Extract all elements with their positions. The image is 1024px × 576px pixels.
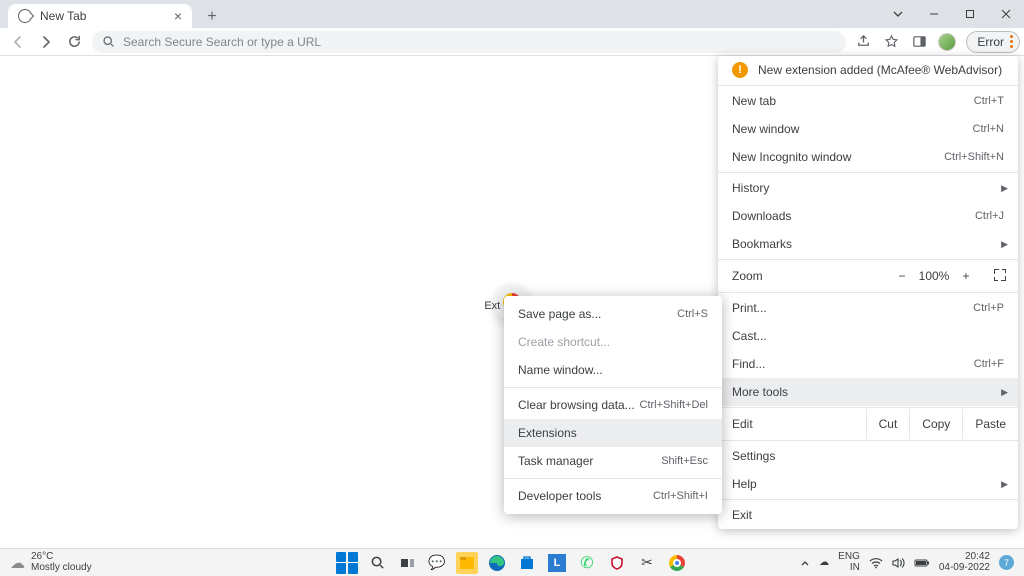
menu-new-window[interactable]: New windowCtrl+N: [718, 115, 1018, 143]
menu-downloads[interactable]: DownloadsCtrl+J: [718, 202, 1018, 230]
tab-title: New Tab: [40, 9, 174, 23]
submenu-clear-data[interactable]: Clear browsing data...Ctrl+Shift+Del: [504, 391, 722, 419]
titlebar: New Tab × +: [0, 0, 1024, 28]
forward-button[interactable]: [32, 28, 60, 56]
share-icon[interactable]: [850, 28, 876, 56]
chevron-right-icon: ▶: [1001, 479, 1008, 490]
new-tab-button[interactable]: +: [202, 8, 222, 26]
submenu-task-manager[interactable]: Task managerShift+Esc: [504, 447, 722, 475]
globe-icon: [18, 9, 32, 23]
teams-icon[interactable]: 💬: [426, 552, 448, 574]
mcafee-icon[interactable]: [606, 552, 628, 574]
menu-edit-row: Edit Cut Copy Paste: [718, 409, 1018, 439]
profile-avatar[interactable]: [934, 28, 960, 56]
more-tools-submenu: Save page as...Ctrl+S Create shortcut...…: [504, 296, 722, 514]
window-controls: [880, 0, 1024, 28]
menu-help[interactable]: Help▶: [718, 470, 1018, 498]
menu-more-tools[interactable]: More tools▶: [718, 378, 1018, 406]
system-tray: ☁ ENGIN 20:4204-09-2022 7: [800, 552, 1014, 573]
menu-bookmarks[interactable]: Bookmarks▶: [718, 230, 1018, 258]
menu-cut[interactable]: Cut: [866, 409, 910, 439]
tab-search-icon[interactable]: [880, 0, 916, 28]
omnibox-placeholder: Search Secure Search or type a URL: [123, 35, 321, 49]
menu-history[interactable]: History▶: [718, 174, 1018, 202]
task-view-icon[interactable]: [396, 552, 418, 574]
menu-exit[interactable]: Exit: [718, 501, 1018, 529]
wifi-icon[interactable]: [869, 557, 883, 569]
submenu-extensions[interactable]: Extensions: [504, 419, 722, 447]
browser-tab[interactable]: New Tab ×: [8, 4, 192, 28]
taskbar-center: 💬 L ✆ ✂: [336, 552, 688, 574]
app-l-icon[interactable]: L: [546, 552, 568, 574]
cloud-icon: ☁: [10, 554, 25, 572]
more-icon: [1010, 35, 1013, 48]
chrome-menu: ! New extension added (McAfee® WebAdviso…: [718, 56, 1018, 529]
omnibox[interactable]: Search Secure Search or type a URL: [92, 31, 846, 53]
menu-alert[interactable]: ! New extension added (McAfee® WebAdviso…: [718, 56, 1018, 84]
taskbar: ☁ 26°C Mostly cloudy 💬 L ✆ ✂ ☁ ENGIN 20:…: [0, 548, 1024, 576]
explorer-icon[interactable]: [456, 552, 478, 574]
error-label: Error: [977, 35, 1004, 49]
error-pill[interactable]: Error: [966, 31, 1020, 53]
store-icon[interactable]: [516, 552, 538, 574]
menu-print[interactable]: Print...Ctrl+P: [718, 294, 1018, 322]
close-window-button[interactable]: [988, 0, 1024, 28]
minimize-button[interactable]: [916, 0, 952, 28]
ntp-shortcut-label: Ext: [484, 300, 500, 312]
chevron-right-icon: ▶: [1001, 183, 1008, 194]
volume-icon[interactable]: [892, 557, 905, 569]
edge-icon[interactable]: [486, 552, 508, 574]
submenu-name-window[interactable]: Name window...: [504, 356, 722, 384]
menu-zoom: Zoom − 100% +: [718, 261, 1018, 291]
snip-icon[interactable]: ✂: [636, 552, 658, 574]
menu-incognito[interactable]: New Incognito windowCtrl+Shift+N: [718, 143, 1018, 171]
menu-paste[interactable]: Paste: [962, 409, 1018, 439]
taskbar-search[interactable]: [366, 552, 388, 574]
back-button[interactable]: [4, 28, 32, 56]
onedrive-icon[interactable]: ☁: [819, 557, 829, 568]
battery-icon[interactable]: [914, 558, 930, 568]
chrome-taskbar-icon[interactable]: [666, 552, 688, 574]
reload-button[interactable]: [60, 28, 88, 56]
clock[interactable]: 20:4204-09-2022: [939, 552, 990, 573]
zoom-value: 100%: [918, 269, 950, 283]
tray-chevron-icon[interactable]: [800, 558, 810, 568]
side-panel-icon[interactable]: [906, 28, 932, 56]
start-button[interactable]: [336, 552, 358, 574]
submenu-create-shortcut: Create shortcut...: [504, 328, 722, 356]
submenu-save-page[interactable]: Save page as...Ctrl+S: [504, 300, 722, 328]
chevron-right-icon: ▶: [1001, 387, 1008, 398]
bookmark-star-icon[interactable]: [878, 28, 904, 56]
menu-settings[interactable]: Settings: [718, 442, 1018, 470]
search-icon: [102, 35, 115, 48]
zoom-in-button[interactable]: +: [950, 269, 982, 283]
zoom-out-button[interactable]: −: [886, 269, 918, 283]
fullscreen-button[interactable]: [982, 269, 1018, 284]
taskbar-weather[interactable]: ☁ 26°C Mostly cloudy: [10, 552, 92, 573]
menu-find[interactable]: Find...Ctrl+F: [718, 350, 1018, 378]
menu-new-tab[interactable]: New tabCtrl+T: [718, 87, 1018, 115]
menu-cast[interactable]: Cast...: [718, 322, 1018, 350]
whatsapp-icon[interactable]: ✆: [576, 552, 598, 574]
chevron-right-icon: ▶: [1001, 239, 1008, 250]
menu-copy[interactable]: Copy: [909, 409, 962, 439]
submenu-dev-tools[interactable]: Developer toolsCtrl+Shift+I: [504, 482, 722, 510]
toolbar: Search Secure Search or type a URL Error: [0, 28, 1024, 56]
language-indicator[interactable]: ENGIN: [838, 552, 860, 573]
notification-badge[interactable]: 7: [999, 555, 1014, 570]
close-tab-icon[interactable]: ×: [174, 8, 182, 24]
alert-icon: !: [732, 62, 748, 78]
maximize-button[interactable]: [952, 0, 988, 28]
